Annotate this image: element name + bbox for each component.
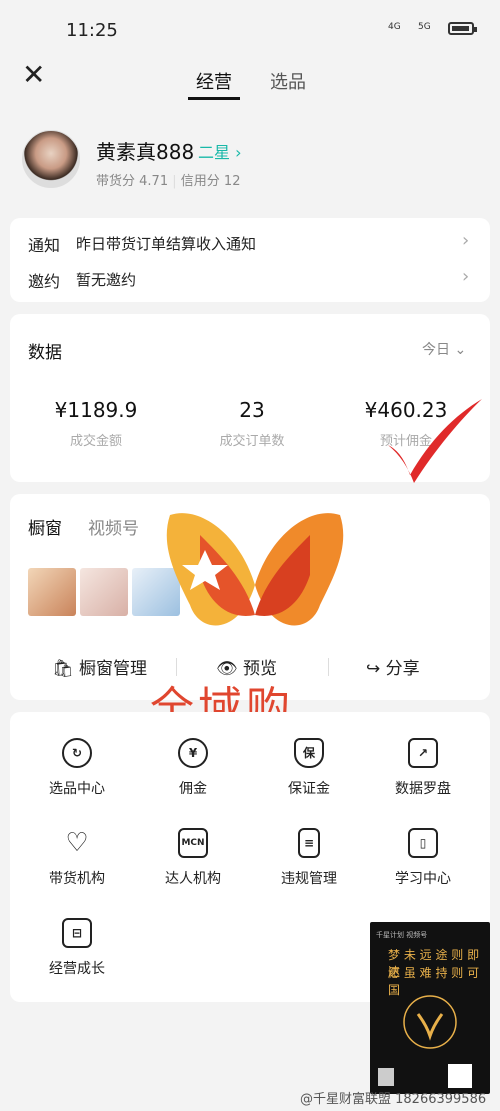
metric-label: 成交金额 [69, 434, 122, 449]
status-time: 11:25 [66, 20, 118, 41]
book-icon: ⊟ [62, 918, 92, 948]
chevron-right-icon: › [462, 230, 470, 251]
qr-code-icon [448, 1064, 472, 1088]
metric-label: 成交订单数 [219, 434, 285, 449]
credit-label: 信用分 [180, 174, 220, 189]
checkmark-icon [388, 399, 482, 483]
map-icon: ▯ [408, 828, 438, 858]
heart-handshake-icon: ♡ [65, 828, 89, 858]
tool-label: 保证金 [288, 781, 330, 797]
invite-row[interactable]: 邀约 暂无邀约 › [10, 260, 490, 302]
share-button[interactable]: ↪ 分享 [366, 654, 420, 679]
score-value: 4.71 [139, 174, 169, 189]
tool-mcn[interactable]: MCN 达人机构 [138, 828, 248, 888]
battery-icon [448, 22, 477, 35]
logo-overlay [166, 513, 344, 626]
window-manage-label: 橱窗管理 [79, 659, 147, 679]
metric-value: ¥1189.9 [54, 398, 138, 422]
tool-label: 数据罗盘 [395, 781, 451, 797]
status-bar: 11:25 4G 5G [0, 0, 500, 60]
notice-card: 通知 昨日带货订单结算收入通知 › 邀约 暂无邀约 › [10, 218, 490, 302]
tool-violation[interactable]: ≡ 违规管理 [254, 828, 364, 888]
promo-poster: 千星计划 视频号 梦 未 远 途 则 即 达 愿 虽 难 持 则 可 国 [370, 922, 490, 1094]
user-level-link[interactable]: 二星 › [198, 139, 242, 163]
user-name: 黄素真888 [96, 140, 195, 164]
window-manage-button[interactable]: 🛍 橱窗管理 [52, 654, 147, 679]
notice-key: 通知 [28, 236, 61, 255]
tab-selection[interactable]: 选品 [270, 68, 306, 94]
close-icon[interactable]: ✕ [22, 61, 48, 89]
poster-logo-icon [403, 995, 457, 1049]
signal-icon: 4G [388, 22, 401, 32]
tool-selection-center[interactable]: ↻ 选品中心 [22, 738, 132, 798]
signal-5g-icon: 5G [418, 22, 431, 32]
tool-label: 带货机构 [49, 871, 105, 887]
tool-label: 经营成长 [49, 961, 105, 977]
tab-business[interactable]: 经营 [196, 68, 232, 94]
product-thumb[interactable] [28, 568, 76, 616]
tool-label: 佣金 [179, 781, 207, 797]
tool-deposit[interactable]: 保 保证金 [254, 738, 364, 798]
chevron-down-icon: ⌄ [454, 342, 467, 358]
avatar[interactable] [22, 130, 80, 188]
tool-agency[interactable]: ♡ 带货机构 [22, 828, 132, 888]
share-icon: ↪ [366, 659, 381, 679]
notice-text: 昨日带货订单结算收入通知 [76, 235, 257, 253]
watermark-text: @千星财富联盟 18266399586 [300, 1092, 487, 1107]
tool-label: 违规管理 [281, 871, 337, 887]
tab-underline [188, 97, 240, 100]
score-label: 带货分 [96, 174, 136, 189]
yen-icon: ¥ [178, 738, 208, 768]
product-thumb[interactable] [80, 568, 128, 616]
period-label: 今日 [422, 342, 450, 358]
tab-video[interactable]: 视频号 [88, 514, 139, 539]
chevron-right-icon: › [462, 266, 470, 287]
invite-text: 暂无邀约 [76, 271, 137, 289]
bag-icon: 🛍 [52, 659, 74, 679]
poster-header: 千星计划 视频号 [376, 931, 428, 939]
tool-label: 达人机构 [165, 871, 221, 887]
credit-value: 12 [223, 174, 241, 189]
invite-key: 邀约 [28, 272, 61, 291]
metric-value: 23 [239, 398, 265, 422]
poster-avatar [378, 1068, 394, 1086]
tool-growth[interactable]: ⊟ 经营成长 [22, 918, 132, 978]
chart-icon: ↗ [408, 738, 438, 768]
mcn-icon: MCN [178, 828, 208, 858]
tool-label: 选品中心 [49, 781, 105, 797]
shield-icon: 保 [294, 738, 324, 768]
tool-label: 学习中心 [395, 871, 451, 887]
tool-data-compass[interactable]: ↗ 数据罗盘 [368, 738, 478, 798]
tool-commission[interactable]: ¥ 佣金 [138, 738, 248, 798]
document-icon: ≡ [298, 828, 320, 858]
selection-icon: ↻ [62, 738, 92, 768]
tab-window[interactable]: 橱窗 [28, 514, 62, 539]
user-level-label: 二星 [198, 143, 231, 162]
notice-row[interactable]: 通知 昨日带货订单结算收入通知 › [10, 218, 490, 260]
data-title: 数据 [28, 343, 62, 363]
share-label: 分享 [385, 659, 420, 679]
period-dropdown[interactable]: 今日 ⌄ [422, 339, 466, 359]
user-scores: 带货分 4.71 | 信用分 12 [96, 174, 241, 189]
tool-learning[interactable]: ▯ 学习中心 [368, 828, 478, 888]
